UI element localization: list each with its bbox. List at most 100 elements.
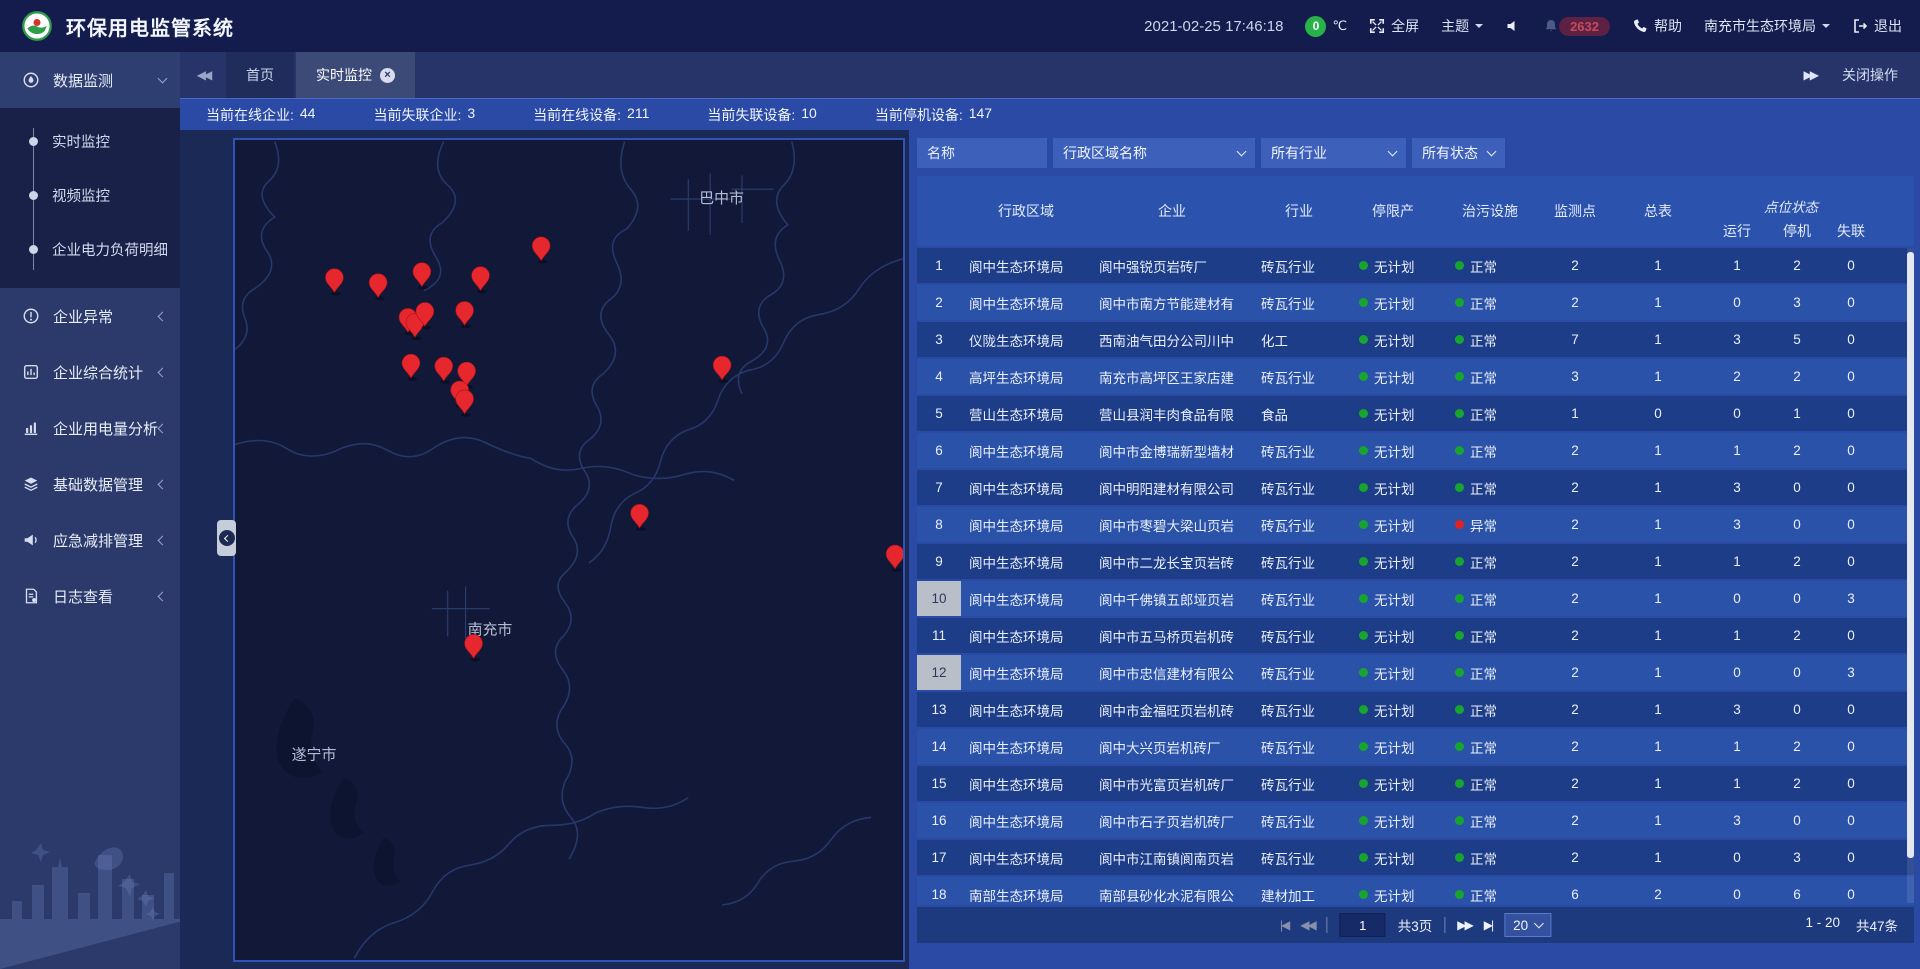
- cell-company: 南部县砂化水泥有限公: [1091, 885, 1253, 905]
- first-page-button[interactable]: |◀: [1280, 918, 1288, 932]
- cell-stop: 3: [1769, 295, 1825, 310]
- table-row[interactable]: 7阆中生态环境局阆中明阳建材有限公司砖瓦行业无计划正常21300: [917, 470, 1914, 505]
- map-pin-icon[interactable]: [465, 634, 483, 661]
- map-pin-icon[interactable]: [435, 357, 453, 384]
- industry-filter-select[interactable]: 所有行业: [1261, 138, 1406, 168]
- fullscreen-button[interactable]: 全屏: [1369, 16, 1419, 36]
- tabs-scroll-left-button[interactable]: ◀◀: [180, 52, 226, 98]
- map-pin-icon[interactable]: [325, 269, 343, 296]
- table-row[interactable]: 8阆中生态环境局阆中市枣碧大梁山页岩砖瓦行业无计划异常21300: [917, 507, 1914, 542]
- cell-pollution-facility: 正常: [1441, 589, 1539, 609]
- page-size-select[interactable]: 20: [1504, 913, 1551, 937]
- map-pin-icon[interactable]: [631, 504, 649, 531]
- name-filter-input[interactable]: [917, 138, 1047, 168]
- cell-lost: 3: [1825, 591, 1877, 606]
- tabs-scroll-right-button[interactable]: ▶▶: [1804, 68, 1816, 82]
- table-row[interactable]: 9阆中生态环境局阆中市二龙长宝页岩砖砖瓦行业无计划正常21120: [917, 544, 1914, 579]
- last-page-button[interactable]: ▶|: [1484, 918, 1492, 932]
- map-pin-icon[interactable]: [402, 354, 420, 381]
- map-pins: [325, 237, 903, 661]
- table-row[interactable]: 4高坪生态环境局南充市高坪区王家店建砖瓦行业无计划正常31220: [917, 359, 1914, 394]
- chevron-left-icon: [158, 535, 168, 545]
- cell-points: 2: [1539, 776, 1611, 791]
- region-filter-select[interactable]: 行政区域名称: [1053, 138, 1255, 168]
- close-icon[interactable]: ×: [380, 68, 395, 83]
- tab-1[interactable]: 实时监控×: [296, 52, 415, 98]
- logout-button[interactable]: 退出: [1852, 16, 1902, 36]
- prev-page-button[interactable]: ◀◀: [1300, 918, 1314, 932]
- map-pin-icon[interactable]: [369, 274, 387, 301]
- map-pin-icon[interactable]: [713, 356, 731, 383]
- cell-stop: 1: [1769, 406, 1825, 421]
- sidebar-subitem-0-0[interactable]: 实时监控: [0, 114, 180, 168]
- cell-stop: 0: [1769, 702, 1825, 717]
- sidebar-subitem-0-1[interactable]: 视频监控: [0, 168, 180, 222]
- map-pin-icon[interactable]: [886, 545, 903, 572]
- sidebar-item-emergency-reduction[interactable]: 应急减排管理: [0, 512, 180, 568]
- cell-production-limit: 无计划: [1345, 663, 1441, 683]
- table-row[interactable]: 18南部生态环境局南部县砂化水泥有限公建材加工无计划正常62060: [917, 877, 1914, 905]
- map-pin-icon[interactable]: [532, 237, 550, 264]
- table-row[interactable]: 13阆中生态环境局阆中市金福旺页岩机砖砖瓦行业无计划正常21300: [917, 692, 1914, 727]
- pollution-facility-label: 正常: [1470, 367, 1497, 387]
- map-panel: 巴中市南充市遂宁市: [233, 138, 905, 962]
- table-row[interactable]: 3仪陇生态环境局西南油气田分公司川中化工无计划正常71350: [917, 322, 1914, 357]
- status-dot-icon: [1455, 261, 1464, 270]
- tab-0[interactable]: 首页: [226, 52, 294, 98]
- sound-toggle-button[interactable]: [1505, 18, 1521, 34]
- table-row[interactable]: 14阆中生态环境局阆中大兴页岩机砖厂砖瓦行业无计划正常21120: [917, 729, 1914, 764]
- map-city-label: 巴中市: [699, 190, 744, 207]
- industry-filter-value: 所有行业: [1271, 143, 1327, 163]
- map-canvas[interactable]: 巴中市南充市遂宁市: [235, 140, 903, 960]
- cell-industry: 建材加工: [1253, 885, 1345, 905]
- sidebar-item-base-data[interactable]: 基础数据管理: [0, 456, 180, 512]
- cell-industry: 砖瓦行业: [1253, 367, 1345, 387]
- map-pin-icon[interactable]: [413, 263, 431, 290]
- page-size-value: 20: [1513, 918, 1528, 933]
- close-operations-button[interactable]: 关闭操作: [1842, 65, 1898, 85]
- notifications-button[interactable]: 2632: [1543, 17, 1610, 36]
- table-row[interactable]: 1阆中生态环境局阆中强锐页岩砖厂砖瓦行业无计划正常21120: [917, 248, 1914, 283]
- table-row[interactable]: 16阆中生态环境局阆中市石子页岩机砖厂砖瓦行业无计划正常21300: [917, 803, 1914, 838]
- map-collapse-handle[interactable]: [217, 520, 236, 556]
- status-dot-icon: [1455, 705, 1464, 714]
- table-row[interactable]: 5营山生态环境局营山县润丰肉食品有限食品无计划正常10010: [917, 396, 1914, 431]
- cell-points: 2: [1539, 702, 1611, 717]
- pollution-facility-label: 正常: [1470, 737, 1497, 757]
- table-row[interactable]: 10阆中生态环境局阆中千佛镇五郎垭页岩砖瓦行业无计划正常21003: [917, 581, 1914, 616]
- status-dot-icon: [1359, 520, 1368, 529]
- theme-menu-button[interactable]: 主题: [1441, 16, 1483, 36]
- map-pin-icon[interactable]: [456, 301, 474, 328]
- table-row[interactable]: 12阆中生态环境局阆中市忠信建材有限公砖瓦行业无计划正常21003: [917, 655, 1914, 690]
- table-row[interactable]: 2阆中生态环境局阆中市南方节能建材有砖瓦行业无计划正常21030: [917, 285, 1914, 320]
- cell-stop: 2: [1769, 443, 1825, 458]
- status-dot-icon: [1359, 779, 1368, 788]
- sidebar-item-enterprise-statistics[interactable]: 企业综合统计: [0, 344, 180, 400]
- status-filter-select[interactable]: 所有状态: [1412, 138, 1505, 168]
- page-number-input[interactable]: [1340, 913, 1386, 937]
- next-page-button[interactable]: ▶▶: [1457, 918, 1471, 932]
- sidebar-item-data-monitor[interactable]: 数据监测: [0, 52, 180, 108]
- cell-meters: 1: [1611, 517, 1705, 532]
- status-dot-icon: [1455, 483, 1464, 492]
- table-scrollbar-thumb[interactable]: [1907, 252, 1914, 858]
- map-water: [277, 698, 401, 885]
- sidebar-item-log-view[interactable]: 日志查看: [0, 568, 180, 624]
- table-row[interactable]: 6阆中生态环境局阆中市金博瑞新型墙材砖瓦行业无计划正常21120: [917, 433, 1914, 468]
- help-button[interactable]: 帮助: [1632, 16, 1682, 36]
- status-dot-icon: [1359, 372, 1368, 381]
- sidebar-subitem-0-2[interactable]: 企业电力负荷明细: [0, 222, 180, 276]
- cell-stop: 2: [1769, 776, 1825, 791]
- cell-meters: 1: [1611, 480, 1705, 495]
- organization-menu-button[interactable]: 南充市生态环境局: [1704, 16, 1830, 36]
- table-row[interactable]: 11阆中生态环境局阆中市五马桥页岩机砖砖瓦行业无计划正常21120: [917, 618, 1914, 653]
- cell-lost: 0: [1825, 258, 1877, 273]
- sidebar-subitem-label: 视频监控: [52, 185, 110, 206]
- table-row[interactable]: 15阆中生态环境局阆中市光富页岩机砖厂砖瓦行业无计划正常21120: [917, 766, 1914, 801]
- map-pin-icon[interactable]: [456, 390, 474, 417]
- sidebar-item-enterprise-abnormal[interactable]: 企业异常: [0, 288, 180, 344]
- status-dot-icon: [1455, 372, 1464, 381]
- sidebar-item-power-analysis[interactable]: 企业用电量分析: [0, 400, 180, 456]
- map-pin-icon[interactable]: [472, 267, 490, 294]
- table-row[interactable]: 17阆中生态环境局阆中市江南镇阆南页岩砖瓦行业无计划正常21030: [917, 840, 1914, 875]
